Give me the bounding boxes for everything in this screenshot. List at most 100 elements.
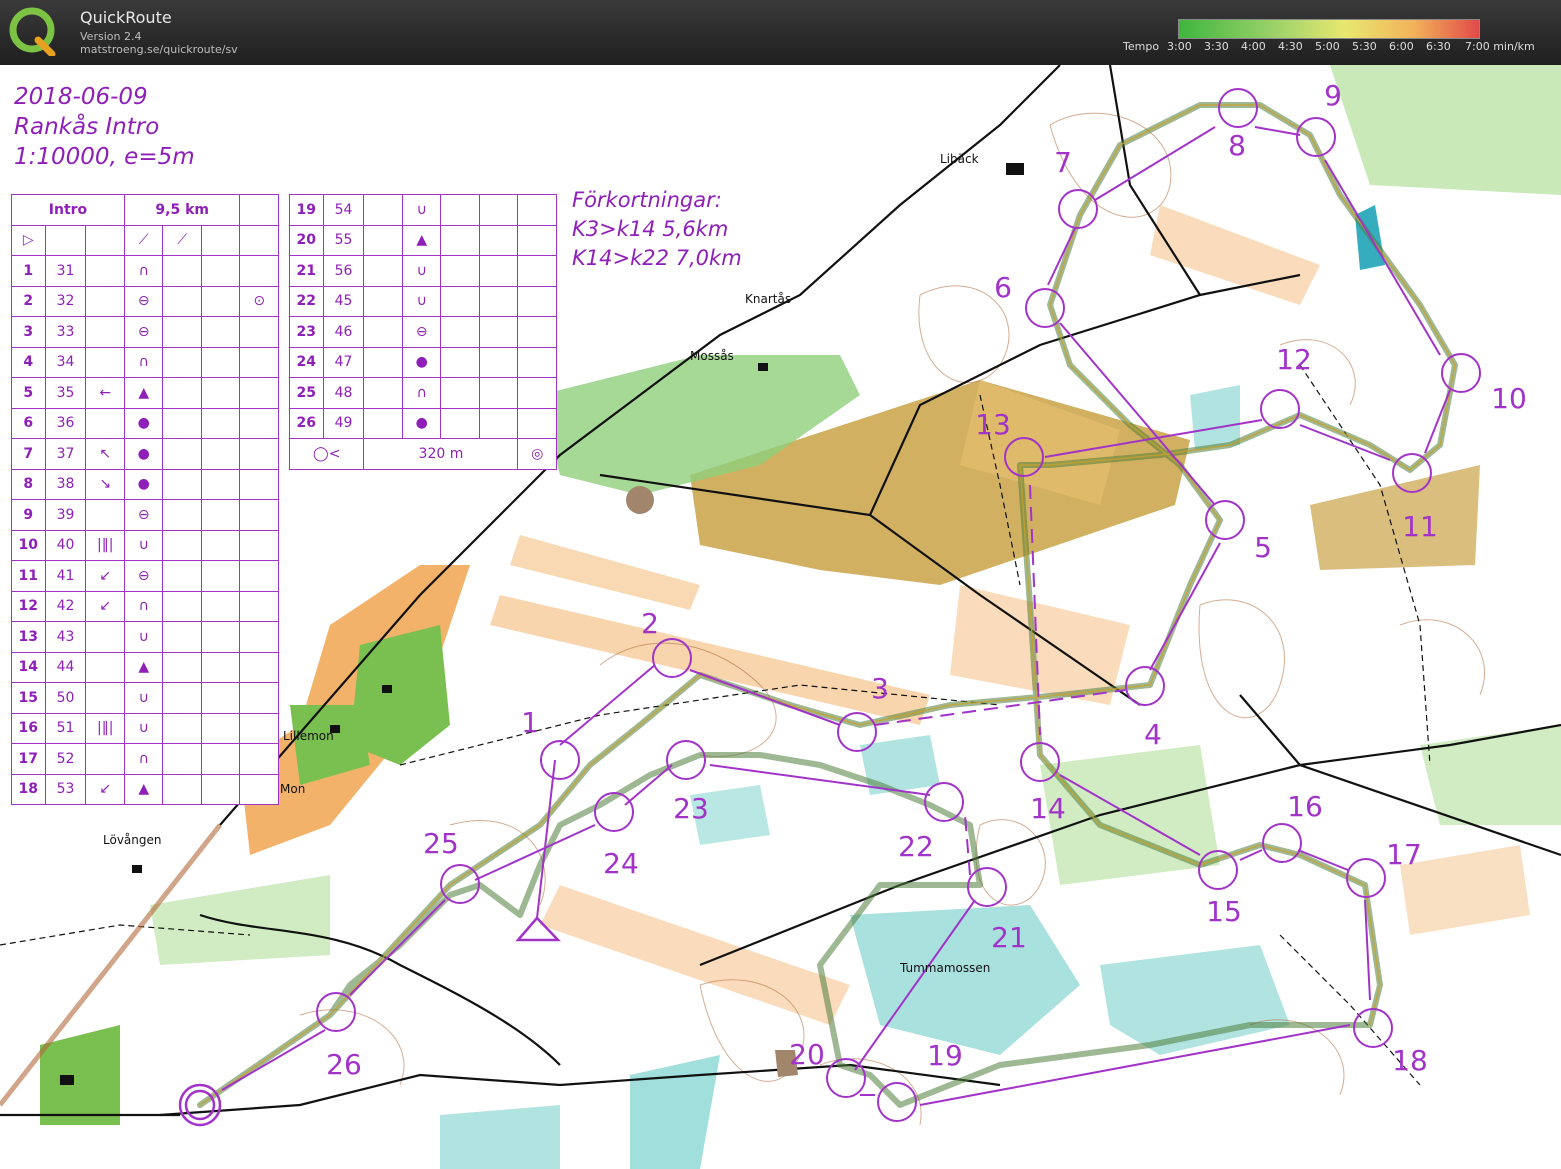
empty-cell [440,255,480,287]
app-header: QuickRoute Version 2.4 matstroeng.se/qui… [0,0,1561,65]
location-icon [239,255,279,287]
app-title: QuickRoute [80,8,172,27]
which-feature-icon [85,743,125,775]
legend-tick: 5:00 [1315,40,1340,53]
control-number-label: 19 [927,1039,963,1072]
course-leg [1094,126,1216,201]
control-number-label: 4 [1144,718,1162,751]
control-number: 1 [11,255,46,287]
location-icon [239,438,279,470]
control-number-label: 25 [423,827,459,860]
empty-cell [162,651,202,683]
control-code: 40 [44,529,87,561]
course-class: Intro [11,194,125,226]
control-number: 7 [11,438,46,470]
control-number: 9 [11,499,46,531]
finish-leg-icon: ◯< [288,438,365,470]
feature-icon: ● [123,407,164,439]
empty-cell [478,377,519,409]
place-name: Libäck [940,152,979,166]
control-row: 4 34 ∩ [11,346,279,378]
control-code: 50 [44,682,87,714]
empty-cell [478,255,519,287]
control-code: 44 [44,651,87,683]
control-row: 1 31 ∩ [11,255,279,287]
feature-icon: ▲ [401,224,442,256]
control-number: 3 [11,316,46,348]
abbrev-line: K3>k14 5,6km [572,217,729,241]
which-feature-icon [85,255,125,287]
control-row: 24 47 ● [289,346,557,378]
place-name: Lövången [103,833,162,847]
empty-cell [363,194,403,226]
control-number: 4 [11,346,46,378]
control-code: 32 [44,285,87,317]
feature-icon: ⊖ [123,499,164,531]
control-circle [1025,288,1065,328]
control-code: 46 [322,316,365,348]
control-row: 23 46 ⊖ [289,316,557,348]
empty-cell [517,224,557,256]
control-number-label: 21 [991,921,1027,954]
feature-icon: ● [123,468,164,500]
control-row: 18 53 ↙ ▲ [11,773,279,805]
control-number: 20 [289,224,324,256]
empty-cell [162,377,202,409]
control-code: 36 [44,407,87,439]
control-number: 23 [289,316,324,348]
feature-icon: ∩ [123,346,164,378]
control-code: 52 [44,743,87,775]
location-icon [239,346,279,378]
location-icon [239,377,279,409]
control-number-label: 13 [975,408,1011,441]
course-leg [221,1029,326,1091]
empty-cell [478,346,519,378]
feature-icon: ∪ [123,712,164,744]
feature-icon: ● [401,346,442,378]
feature-icon: ⊖ [123,560,164,592]
tempo-legend-bar [1178,19,1480,39]
empty-cell [162,346,202,378]
course-length: 9,5 km [123,194,241,226]
empty-cell [162,682,202,714]
which-feature-icon [85,651,125,683]
abbrev-line: K14>k22 7,0km [572,246,742,270]
empty-cell [440,194,480,226]
control-number-label: 23 [673,792,709,825]
empty-cell [200,468,241,500]
empty-cell [517,285,557,317]
control-number: 5 [11,377,46,409]
course-leg [1149,542,1221,671]
control-row: 8 38 ↘ ● [11,468,279,500]
app-url[interactable]: matstroeng.se/quickroute/sv [80,43,238,56]
empty-cell [162,285,202,317]
which-feature-icon: ← [85,377,125,409]
feature-icon: ∩ [123,590,164,622]
feature-icon: ⊖ [123,316,164,348]
control-number-label: 22 [898,830,934,863]
control-number: 13 [11,621,46,653]
empty-cell [517,407,557,439]
slash-icon: ⟋ [162,224,202,256]
control-number-label: 20 [789,1038,825,1071]
location-icon [239,468,279,500]
empty-cell [363,346,403,378]
empty-cell [478,224,519,256]
empty-cell [517,255,557,287]
control-number-label: 3 [871,672,889,705]
control-number-label: 8 [1228,129,1246,162]
feature-icon: ∩ [123,743,164,775]
control-row: 6 36 ● [11,407,279,439]
location-icon [239,529,279,561]
control-descriptions-left: Intro 9,5 km ▷ ⟋ ⟋ 1 31 ∩ 2 32 ⊖ ⊙ 3 33 ⊖ 4 34 ∩ 5 35 ← ▲ 6 36 ●… [11,194,279,805]
feature-icon: ▲ [123,651,164,683]
empty-cell [200,621,241,653]
place-name: Mon [280,782,306,796]
control-number: 2 [11,285,46,317]
empty-cell [440,316,480,348]
control-row: 12 42 ↙ ∩ [11,590,279,622]
empty-cell [478,285,519,317]
feature-icon: ∪ [401,285,442,317]
control-number-label: 2 [641,607,659,640]
empty-cell [440,285,480,317]
